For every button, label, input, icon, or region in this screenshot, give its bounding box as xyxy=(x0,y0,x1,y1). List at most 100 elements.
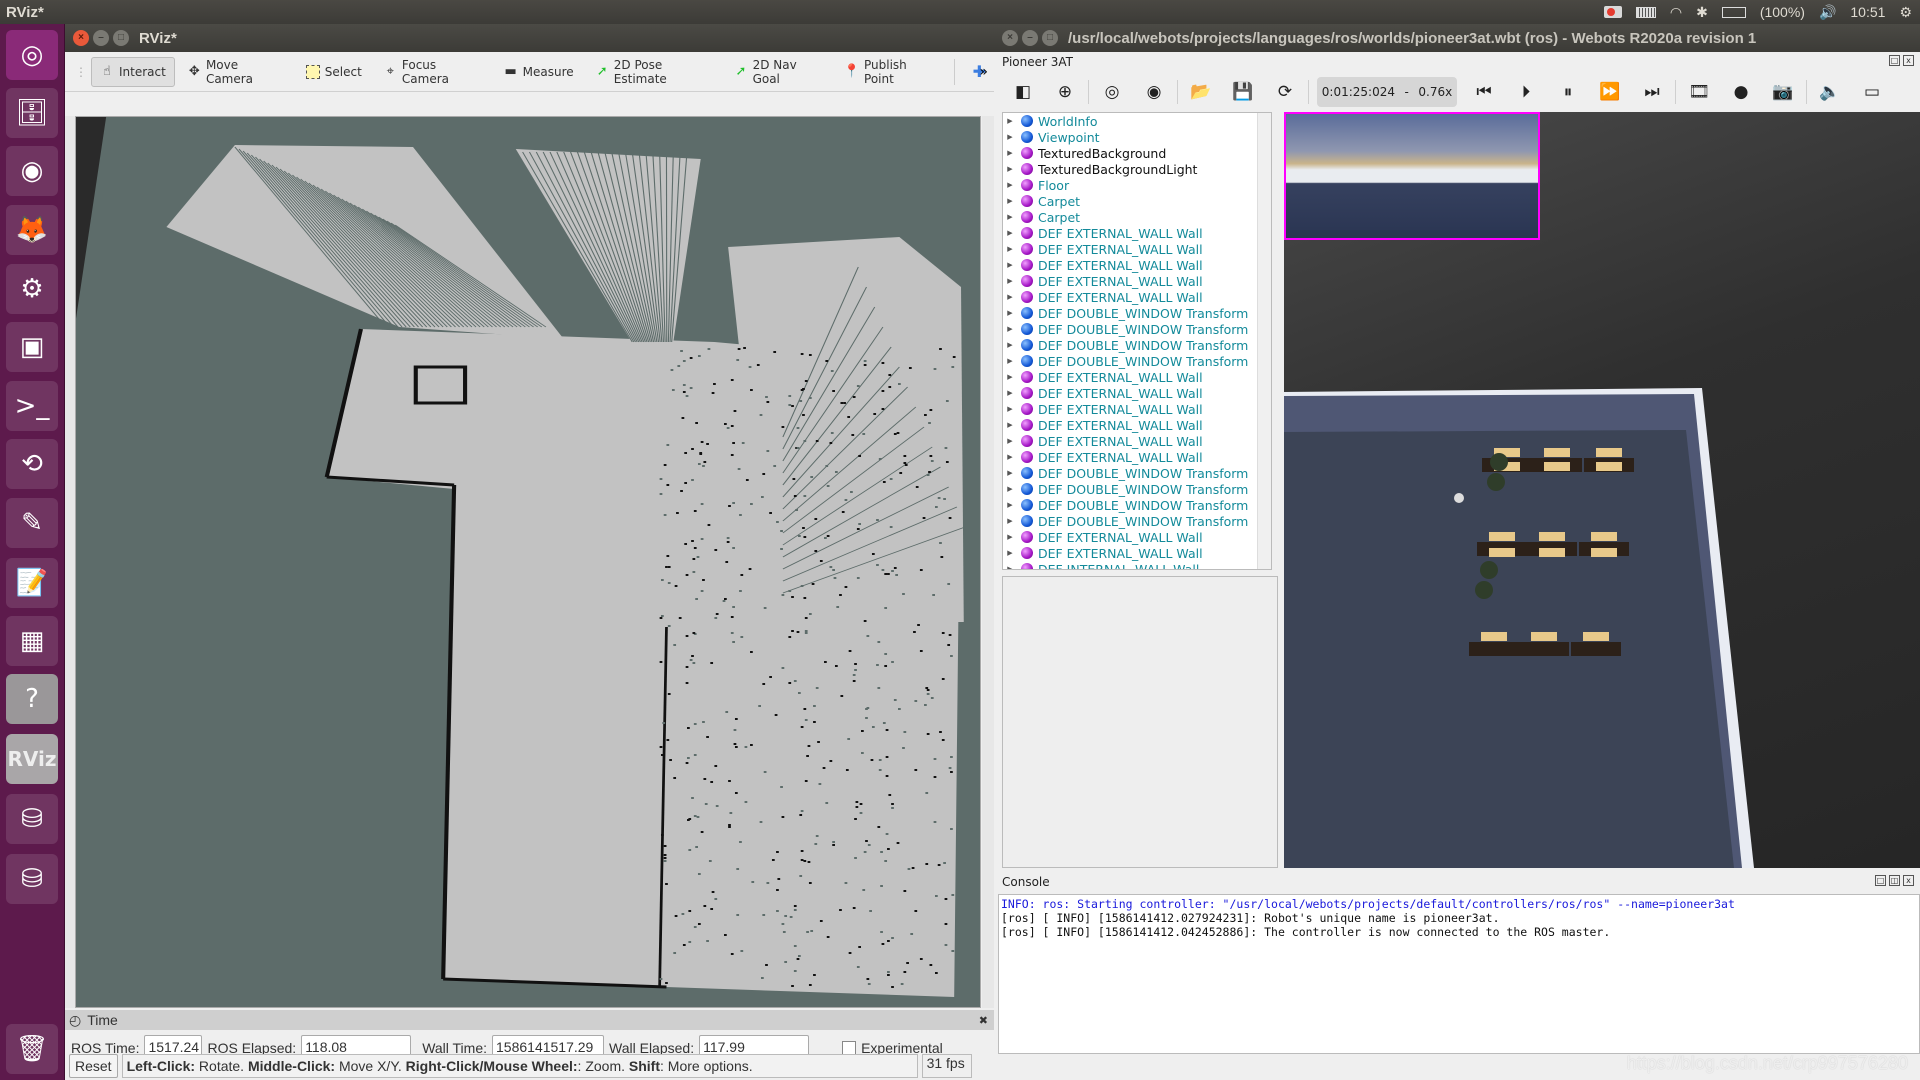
scene-tree-node[interactable]: ▶ DEF DOUBLE_WINDOW Transform xyxy=(1003,353,1271,369)
scene-tree-node[interactable]: ▶ DEF EXTERNAL_WALL Wall xyxy=(1003,449,1271,465)
expand-arrow-icon[interactable]: ▶ xyxy=(1003,229,1017,237)
scene-tree-node[interactable]: ▶ DEF INTERNAL_WALL Wall xyxy=(1003,561,1271,569)
record-animation-icon[interactable]: ● xyxy=(1720,77,1762,107)
launcher-color-pencils-icon[interactable]: ✎ xyxy=(6,498,58,548)
expand-arrow-icon[interactable]: ▶ xyxy=(1003,245,1017,253)
close-window-button[interactable]: × xyxy=(73,30,89,46)
tool-2d-nav-goal[interactable]: ➚ 2D Nav Goal xyxy=(725,57,832,87)
step-icon[interactable]: ⏵ xyxy=(1505,77,1547,107)
scene-tree-node[interactable]: ▶ DEF EXTERNAL_WALL Wall xyxy=(1003,417,1271,433)
volume-slider-icon[interactable]: ▭ xyxy=(1851,77,1893,107)
launcher-text-editor-icon[interactable]: 📝 xyxy=(6,558,58,608)
record-movie-icon[interactable]: 🎞 xyxy=(1678,77,1720,107)
tool-measure[interactable]: ▬ Measure xyxy=(495,57,583,87)
expand-arrow-icon[interactable]: ▶ xyxy=(1003,549,1017,557)
expand-arrow-icon[interactable]: ▶ xyxy=(1003,293,1017,301)
scene-tree-node[interactable]: ▶ DEF DOUBLE_WINDOW Transform xyxy=(1003,481,1271,497)
fast-icon[interactable]: ⏭ xyxy=(1631,77,1673,107)
reset-simulation-icon[interactable]: ⏮ xyxy=(1463,77,1505,107)
scene-tree-node[interactable]: ▶ TexturedBackgroundLight xyxy=(1003,161,1271,177)
tool-2d-pose-estimate[interactable]: ➚ 2D Pose Estimate xyxy=(587,57,722,87)
expand-arrow-icon[interactable]: ▶ xyxy=(1003,309,1017,317)
launcher-files-icon[interactable]: 🗄 xyxy=(6,88,58,138)
right-splitter[interactable] xyxy=(982,116,994,1008)
maximize-window-button[interactable]: □ xyxy=(1042,30,1058,46)
expand-arrow-icon[interactable]: ▶ xyxy=(1003,405,1017,413)
launcher-help-icon[interactable]: ? xyxy=(6,674,58,724)
power-gear-icon[interactable]: ⚙ xyxy=(1899,4,1912,21)
dock-pane-icon[interactable]: ◫ xyxy=(1889,875,1900,886)
launcher-rviz-icon[interactable]: RViz xyxy=(6,734,58,784)
reset-button[interactable]: Reset xyxy=(69,1054,118,1078)
close-pane-icon[interactable]: x xyxy=(1903,55,1914,66)
expand-arrow-icon[interactable]: ▶ xyxy=(1003,277,1017,285)
tool-interact[interactable]: ☝ Interact xyxy=(91,56,175,87)
launcher-ubuntu-dash-icon[interactable]: ◎ xyxy=(6,30,58,80)
float-pane-icon[interactable]: □ xyxy=(1889,55,1900,66)
toolbar-grip[interactable]: ⋮ xyxy=(75,65,87,79)
tool-focus-camera[interactable]: ⌖ Focus Camera xyxy=(375,57,491,87)
clock[interactable]: 10:51 xyxy=(1850,4,1885,20)
reload-world-icon[interactable]: ⟳ xyxy=(1264,77,1306,107)
expand-arrow-icon[interactable]: ▶ xyxy=(1003,197,1017,205)
expand-arrow-icon[interactable]: ▶ xyxy=(1003,181,1017,189)
launcher-firefox-icon[interactable]: 🦊 xyxy=(6,205,58,255)
expand-arrow-icon[interactable]: ▶ xyxy=(1003,133,1017,141)
minimize-window-button[interactable]: – xyxy=(93,30,109,46)
wifi-icon[interactable]: ◠ xyxy=(1670,4,1682,21)
launcher-workspace-switcher-icon[interactable]: ▦ xyxy=(6,616,58,666)
toolbar-overflow-icon[interactable]: » xyxy=(979,64,988,80)
tool-select[interactable]: ▭ Select xyxy=(297,57,371,87)
launcher-trash-icon[interactable]: 🗑 xyxy=(6,1024,58,1074)
scene-tree-node[interactable]: ▶ Carpet xyxy=(1003,209,1271,225)
screen-recorder-icon[interactable] xyxy=(1603,6,1622,18)
scene-tree-node[interactable]: ▶ DEF DOUBLE_WINDOW Transform xyxy=(1003,513,1271,529)
console-output[interactable]: INFO: ros: Starting controller: "/usr/lo… xyxy=(998,894,1920,1054)
expand-arrow-icon[interactable]: ▶ xyxy=(1003,533,1017,541)
expand-arrow-icon[interactable]: ▶ xyxy=(1003,565,1017,569)
tool-publish-point[interactable]: 📍 Publish Point xyxy=(836,57,944,87)
scene-tree-node[interactable]: ▶ DEF EXTERNAL_WALL Wall xyxy=(1003,529,1271,545)
expand-arrow-icon[interactable]: ▶ xyxy=(1003,117,1017,125)
launcher-software-updater-icon[interactable]: ⟲ xyxy=(6,439,58,489)
expand-arrow-icon[interactable]: ▶ xyxy=(1003,357,1017,365)
rviz-3d-view[interactable] xyxy=(75,116,981,1008)
launcher-webcam-viewer-icon[interactable]: ▣ xyxy=(6,322,58,372)
mute-icon[interactable]: 🔈 xyxy=(1809,77,1851,107)
scene-tree-scrollbar[interactable] xyxy=(1257,113,1271,569)
close-panel-icon[interactable]: ✖ xyxy=(979,1014,988,1027)
scene-tree[interactable]: ▶ WorldInfo ▶ Viewpoint ▶ TexturedBackground ▶… xyxy=(1002,112,1272,570)
scene-tree-node[interactable]: ▶ DEF DOUBLE_WINDOW Transform xyxy=(1003,465,1271,481)
minimize-window-button[interactable]: – xyxy=(1022,30,1038,46)
expand-arrow-icon[interactable]: ▶ xyxy=(1003,389,1017,397)
expand-arrow-icon[interactable]: ▶ xyxy=(1003,469,1017,477)
scene-tree-node[interactable]: ▶ DEF EXTERNAL_WALL Wall xyxy=(1003,433,1271,449)
scene-tree-node[interactable]: ▶ DEF EXTERNAL_WALL Wall xyxy=(1003,273,1271,289)
maximize-window-button[interactable]: □ xyxy=(113,30,129,46)
launcher-terminal-icon[interactable]: >_ xyxy=(6,381,58,431)
expand-arrow-icon[interactable]: ▶ xyxy=(1003,213,1017,221)
expand-arrow-icon[interactable]: ▶ xyxy=(1003,373,1017,381)
scene-tree-node[interactable]: ▶ Carpet xyxy=(1003,193,1271,209)
expand-arrow-icon[interactable]: ▶ xyxy=(1003,421,1017,429)
close-window-button[interactable]: × xyxy=(1002,30,1018,46)
tool-move-camera[interactable]: ✥ Move Camera xyxy=(179,57,293,87)
bluetooth-icon[interactable]: ✱ xyxy=(1696,4,1708,21)
pause-icon[interactable]: ⏸ xyxy=(1547,77,1589,107)
scene-tree-node[interactable]: ▶ DEF EXTERNAL_WALL Wall xyxy=(1003,225,1271,241)
expand-arrow-icon[interactable]: ▶ xyxy=(1003,149,1017,157)
add-node-icon[interactable]: ⊕ xyxy=(1044,77,1086,107)
pioneer-robot[interactable] xyxy=(1454,493,1464,503)
scene-tree-node[interactable]: ▶ DEF EXTERNAL_WALL Wall xyxy=(1003,289,1271,305)
keyboard-icon[interactable] xyxy=(1635,6,1656,18)
open-world-icon[interactable]: 📂 xyxy=(1180,77,1222,107)
scene-tree-node[interactable]: ▶ DEF EXTERNAL_WALL Wall xyxy=(1003,385,1271,401)
launcher-system-settings-icon[interactable]: ⚙ xyxy=(6,264,58,314)
scene-tree-node[interactable]: ▶ Floor xyxy=(1003,177,1271,193)
scene-tree-node[interactable]: ▶ DEF EXTERNAL_WALL Wall xyxy=(1003,369,1271,385)
scene-tree-node[interactable]: ▶ TexturedBackground xyxy=(1003,145,1271,161)
expand-arrow-icon[interactable]: ▶ xyxy=(1003,341,1017,349)
close-pane-icon[interactable]: x xyxy=(1903,875,1914,886)
expand-arrow-icon[interactable]: ▶ xyxy=(1003,165,1017,173)
scene-tree-node[interactable]: ▶ DEF DOUBLE_WINDOW Transform xyxy=(1003,497,1271,513)
